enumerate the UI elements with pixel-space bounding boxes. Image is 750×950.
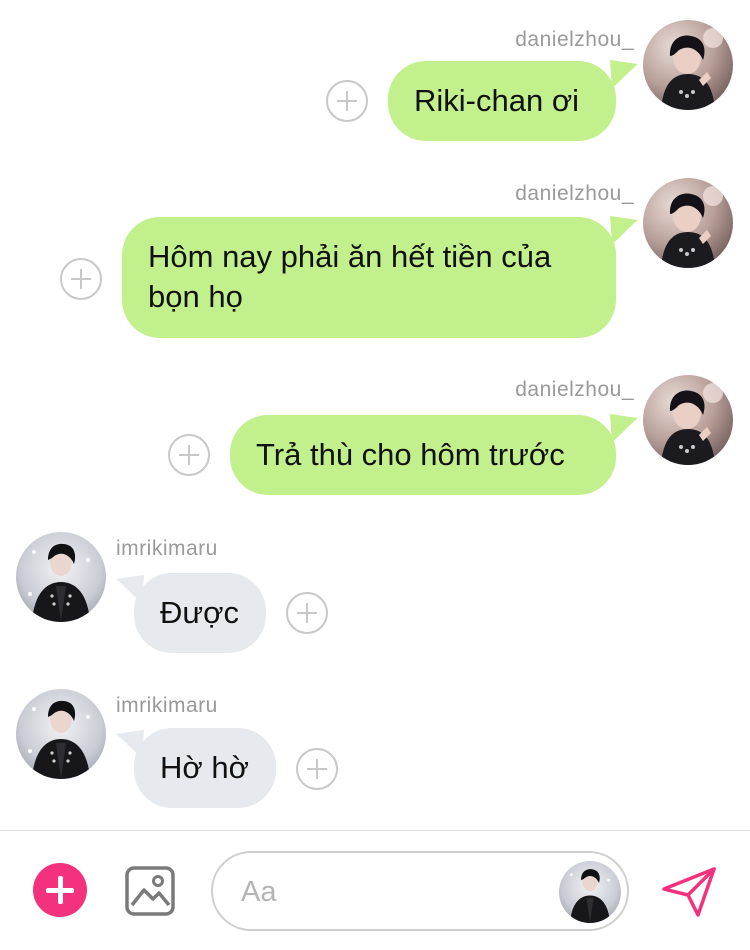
add-reaction-button[interactable] bbox=[286, 592, 328, 634]
sender-username: imrikimaru bbox=[116, 694, 218, 717]
message-row: imrikimaru Hờ hờ bbox=[0, 682, 750, 822]
sender-username: danielzhou_ bbox=[515, 378, 634, 401]
message-text: Hôm nay phải ăn hết tiền của bọn họ bbox=[148, 239, 552, 314]
avatar[interactable] bbox=[643, 178, 733, 268]
message-bubble[interactable]: Riki-chan ơi bbox=[388, 61, 616, 141]
message-row: imrikimaru Được bbox=[0, 525, 750, 665]
sender-username: imrikimaru bbox=[116, 537, 218, 560]
message-text: Trả thù cho hôm trước bbox=[256, 437, 565, 472]
message-bubble[interactable]: Trả thù cho hôm trước bbox=[230, 415, 616, 495]
avatar[interactable] bbox=[643, 20, 733, 110]
sender-username: danielzhou_ bbox=[515, 28, 634, 51]
avatar[interactable] bbox=[16, 689, 106, 779]
bubble-tail bbox=[610, 60, 638, 88]
sender-username: danielzhou_ bbox=[515, 182, 634, 205]
message-row: danielzhou_ Riki-chan ơi bbox=[0, 0, 750, 150]
chat-thread[interactable]: danielzhou_ Riki-chan ơi danielzhou_ Hôm… bbox=[0, 0, 750, 830]
message-text: Được bbox=[160, 595, 239, 630]
add-reaction-button[interactable] bbox=[60, 258, 102, 300]
message-row: danielzhou_ Hôm nay phải ăn hết tiền của… bbox=[0, 170, 750, 350]
avatar[interactable] bbox=[559, 861, 621, 923]
message-bubble[interactable]: Được bbox=[134, 573, 266, 653]
avatar[interactable] bbox=[643, 375, 733, 465]
avatar[interactable] bbox=[16, 532, 106, 622]
plus-icon[interactable] bbox=[33, 863, 87, 917]
add-reaction-button[interactable] bbox=[326, 80, 368, 122]
message-input-wrapper bbox=[211, 851, 629, 931]
message-bubble[interactable]: Hôm nay phải ăn hết tiền của bọn họ bbox=[122, 217, 616, 338]
send-icon[interactable] bbox=[660, 865, 718, 919]
message-text: Hờ hờ bbox=[160, 750, 249, 785]
image-icon[interactable] bbox=[124, 865, 176, 917]
add-reaction-button[interactable] bbox=[296, 748, 338, 790]
message-composer bbox=[0, 830, 750, 950]
message-row: danielzhou_ Trả thù cho hôm trước bbox=[0, 360, 750, 510]
add-reaction-button[interactable] bbox=[168, 434, 210, 476]
message-text: Riki-chan ơi bbox=[414, 83, 580, 118]
message-bubble[interactable]: Hờ hờ bbox=[134, 728, 276, 808]
bubble-tail bbox=[610, 414, 638, 442]
message-input[interactable] bbox=[241, 871, 541, 913]
bubble-tail bbox=[610, 216, 638, 244]
